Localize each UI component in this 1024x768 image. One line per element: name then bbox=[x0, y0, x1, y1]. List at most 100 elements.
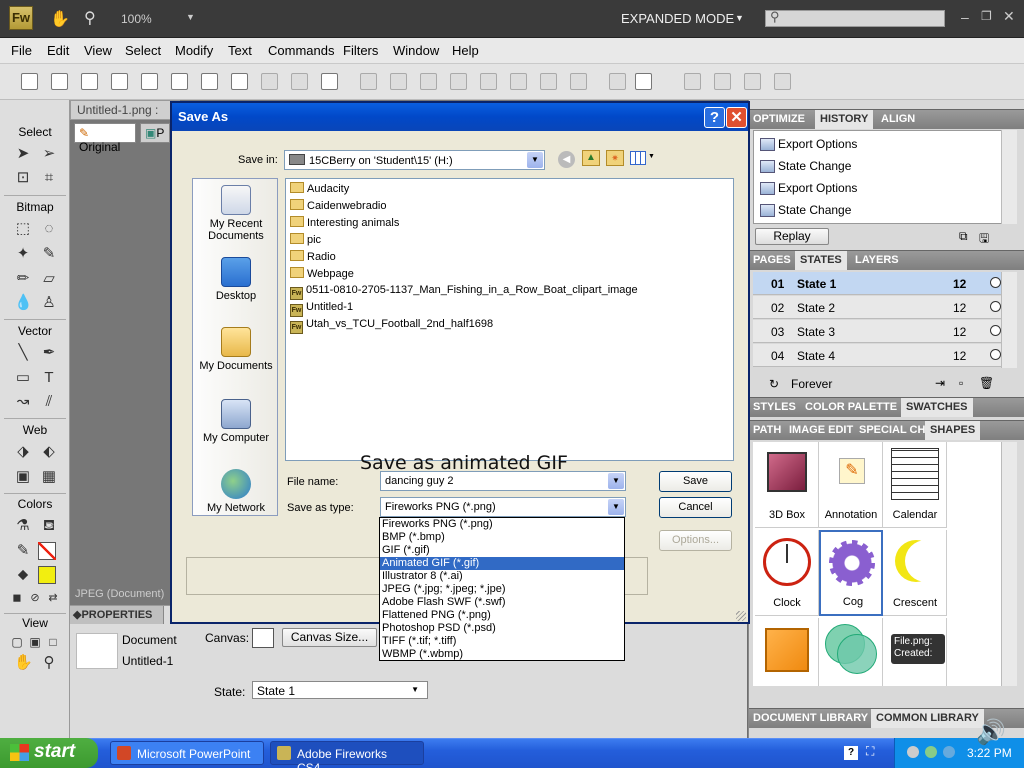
network-icon[interactable]: ⛶ bbox=[866, 744, 874, 759]
tab-path[interactable]: PATH bbox=[753, 424, 781, 436]
knife-tool-icon[interactable]: ⫽ bbox=[40, 393, 58, 411]
list-item[interactable]: Interesting animals bbox=[290, 216, 399, 229]
close-icon[interactable]: ✕ bbox=[726, 107, 747, 128]
line-tool-icon[interactable]: ╲ bbox=[14, 344, 32, 362]
tray-icon[interactable] bbox=[943, 746, 955, 758]
loop-icon[interactable]: ↻ bbox=[769, 377, 779, 391]
list-item[interactable]: Fw Untitled-1 bbox=[290, 301, 353, 317]
eraser-tool-icon[interactable]: ▱ bbox=[40, 270, 58, 288]
shape-crescent[interactable]: Crescent bbox=[883, 530, 947, 616]
up-folder-icon[interactable]: ▲ bbox=[582, 150, 600, 166]
hide-slices-icon[interactable]: ▣ bbox=[14, 468, 32, 486]
hand-icon[interactable]: ✋ bbox=[50, 9, 70, 29]
taskbar-item-powerpoint[interactable]: Microsoft PowerPoint ... bbox=[110, 741, 264, 768]
state-select[interactable]: State 1 ▼ bbox=[252, 681, 428, 699]
type-option[interactable]: Flattened PNG (*.png) bbox=[380, 609, 624, 622]
fill-color-icon[interactable]: ⬥ bbox=[14, 566, 32, 584]
menu-commands[interactable]: Commands bbox=[268, 43, 334, 58]
align-icon[interactable] bbox=[635, 73, 652, 90]
state-row[interactable]: 04 State 4 12 bbox=[753, 344, 1007, 367]
shape-clock[interactable]: Clock bbox=[755, 530, 819, 616]
file-name-input[interactable]: dancing guy 2 ▼ bbox=[380, 471, 626, 491]
ungroup-icon[interactable] bbox=[390, 73, 407, 90]
workspace-mode[interactable]: EXPANDED MODE bbox=[621, 11, 734, 26]
brush-tool-icon[interactable]: ✎ bbox=[40, 245, 58, 263]
standard-screen-icon[interactable]: ▢ bbox=[8, 633, 26, 651]
menu-select[interactable]: Select bbox=[125, 43, 161, 58]
pen-tool-icon[interactable]: ✒ bbox=[40, 344, 58, 362]
type-option[interactable]: WBMP (*.wbmp) bbox=[380, 648, 624, 661]
type-option-selected[interactable]: Animated GIF (*.gif) bbox=[380, 557, 624, 570]
rotate-right-icon[interactable] bbox=[714, 73, 731, 90]
fill-color-swatch[interactable] bbox=[38, 566, 56, 584]
save-as-type-select[interactable]: Fireworks PNG (*.png) ▼ bbox=[380, 497, 626, 517]
close-app-icon[interactable]: ✕ bbox=[1003, 8, 1015, 25]
list-item[interactable]: Radio bbox=[290, 250, 336, 263]
shape-cog[interactable]: Cog bbox=[819, 530, 883, 616]
slice-tool-icon[interactable]: ⬖ bbox=[40, 443, 58, 461]
freeform-tool-icon[interactable]: ↝ bbox=[14, 393, 32, 411]
history-list[interactable]: Export Options State Change Export Optio… bbox=[753, 130, 1003, 224]
rectangle-tool-icon[interactable]: ▭ bbox=[14, 369, 32, 387]
view-original-button[interactable]: ✎ Original bbox=[74, 123, 136, 154]
type-option[interactable]: BMP (*.bmp) bbox=[380, 531, 624, 544]
rotate-left-icon[interactable] bbox=[684, 73, 701, 90]
split-icon[interactable] bbox=[450, 73, 467, 90]
print-icon[interactable] bbox=[171, 73, 188, 90]
no-color-icon[interactable]: ⊘ bbox=[26, 589, 44, 607]
tab-pages[interactable]: PAGES bbox=[753, 254, 791, 266]
menu-modify[interactable]: Modify bbox=[175, 43, 213, 58]
type-option[interactable]: TIFF (*.tif; *.tiff) bbox=[380, 635, 624, 648]
list-item[interactable]: Audacity bbox=[290, 182, 349, 195]
place-my-network[interactable]: My Network bbox=[193, 469, 279, 514]
hand-tool-icon[interactable]: ✋ bbox=[14, 654, 33, 672]
onion-skin-icon[interactable] bbox=[990, 325, 1001, 336]
list-item[interactable]: Caidenwebradio bbox=[290, 199, 387, 212]
tab-align[interactable]: ALIGN bbox=[881, 113, 915, 125]
text-tool-icon[interactable]: T bbox=[40, 369, 58, 387]
magic-wand-icon[interactable]: ✦ bbox=[14, 245, 32, 263]
type-option[interactable]: Fireworks PNG (*.png) bbox=[380, 518, 624, 531]
type-option[interactable]: Illustrator 8 (*.ai) bbox=[380, 570, 624, 583]
flip-horizontal-icon[interactable] bbox=[744, 73, 761, 90]
group-icon[interactable] bbox=[360, 73, 377, 90]
shape-tooltip-preview[interactable]: File.png: Created: bbox=[883, 618, 947, 686]
lasso-tool-icon[interactable]: ◌ bbox=[40, 220, 58, 238]
state-row[interactable]: 01 State 1 12 bbox=[753, 272, 1007, 295]
options-button[interactable]: Options... bbox=[659, 530, 732, 551]
hotspot-tool-icon[interactable]: ⬗ bbox=[14, 443, 32, 461]
paste-icon[interactable] bbox=[321, 73, 338, 90]
cancel-button[interactable]: Cancel bbox=[659, 497, 732, 518]
place-recent-documents[interactable]: My Recent Documents bbox=[193, 185, 279, 242]
type-option[interactable]: JPEG (*.jpg; *.jpeg; *.jpe) bbox=[380, 583, 624, 596]
type-option[interactable]: Adobe Flash SWF (*.swf) bbox=[380, 596, 624, 609]
open-icon[interactable] bbox=[81, 73, 98, 90]
canvas-color-swatch[interactable] bbox=[252, 628, 274, 648]
language-icon[interactable]: ? bbox=[844, 746, 858, 760]
show-slices-icon[interactable]: ▦ bbox=[40, 468, 58, 486]
tab-optimize[interactable]: OPTIMIZE bbox=[753, 113, 805, 125]
view-preview-button[interactable]: ▣P bbox=[140, 123, 170, 143]
arrange-forward-icon[interactable] bbox=[510, 73, 527, 90]
export-icon[interactable] bbox=[141, 73, 158, 90]
history-item[interactable]: State Change bbox=[760, 203, 851, 217]
document-tab[interactable]: Untitled-1.png : bbox=[70, 100, 180, 120]
tab-common-library[interactable]: COMMON LIBRARY bbox=[871, 709, 984, 728]
redo-icon[interactable] bbox=[231, 73, 248, 90]
resize-grip-icon[interactable] bbox=[736, 611, 746, 621]
start-button[interactable]: start bbox=[0, 738, 98, 768]
distribute-icon[interactable] bbox=[609, 73, 626, 90]
history-item[interactable]: Export Options bbox=[760, 137, 857, 151]
place-my-documents[interactable]: My Documents bbox=[193, 327, 279, 372]
state-row[interactable]: 02 State 2 12 bbox=[753, 296, 1007, 319]
help-icon[interactable]: ? bbox=[704, 107, 725, 128]
arrange-back-icon[interactable] bbox=[570, 73, 587, 90]
zoom-icon[interactable]: ⚲ bbox=[84, 8, 96, 28]
search-input[interactable] bbox=[765, 10, 945, 27]
menu-filters[interactable]: Filters bbox=[343, 43, 378, 58]
tab-states[interactable]: STATES bbox=[795, 251, 847, 270]
save-as-type-dropdown[interactable]: Fireworks PNG (*.png) BMP (*.bmp) GIF (*… bbox=[379, 517, 625, 661]
properties-tab[interactable]: ◆PROPERTIES bbox=[70, 606, 164, 624]
onion-skin-icon[interactable] bbox=[990, 277, 1001, 288]
menu-edit[interactable]: Edit bbox=[47, 43, 69, 58]
